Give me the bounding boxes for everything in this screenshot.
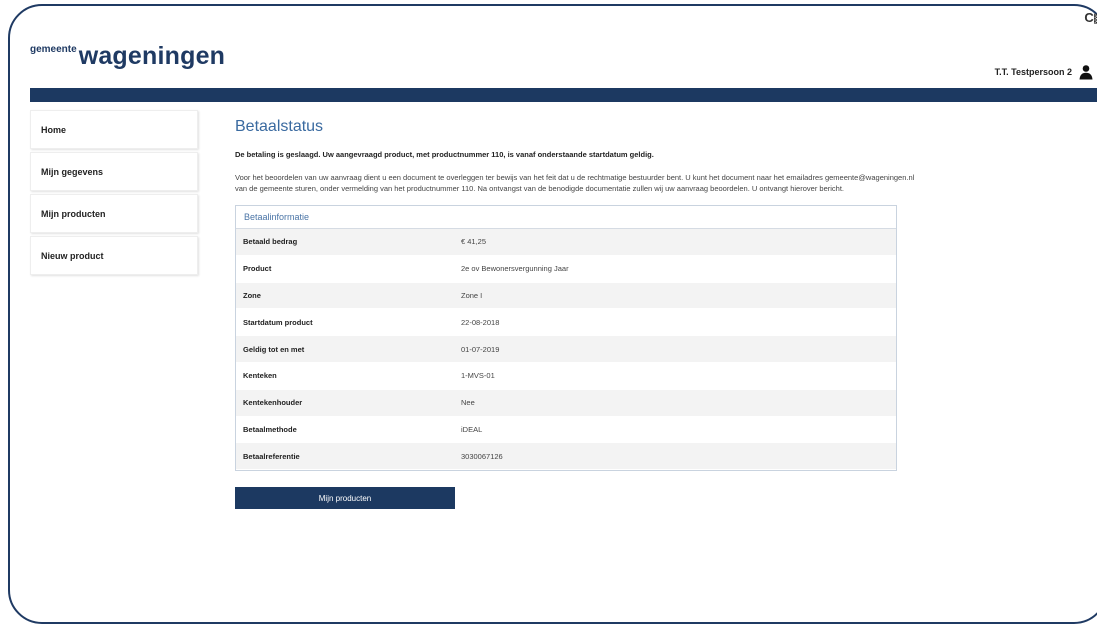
row-value: € 41,25 — [461, 237, 487, 247]
row-label: Kentekenhouder — [243, 398, 303, 408]
row-value: 01-07-2019 — [461, 344, 500, 354]
user-icon — [1079, 65, 1093, 80]
sidebar: Home Mijn gegevens Mijn producten Nieuw … — [30, 110, 198, 278]
sidebar-item-mijn-producten[interactable]: Mijn producten — [30, 194, 198, 233]
table-row: Startdatum product 22-08-2018 — [236, 309, 896, 337]
row-value: 22-08-2018 — [461, 317, 500, 327]
row-value: Nee — [461, 398, 475, 408]
table-row: Betaald bedrag € 41,25 — [236, 229, 896, 256]
main-content: Betaalstatus De betaling is geslaagd. Uw… — [235, 118, 925, 510]
row-label: Product — [243, 264, 272, 274]
info-text: Voor het beoordelen van uw aanvraag dien… — [235, 173, 915, 193]
logo[interactable]: gemeentewageningen — [30, 42, 225, 71]
sidebar-item-mijn-gegevens[interactable]: Mijn gegevens — [30, 152, 198, 191]
payment-info-rows: Betaald bedrag € 41,25 Product 2e ov Bewon… — [236, 229, 896, 471]
payment-info-panel: Betaalinformatie Betaald bedrag € 41,25 P… — [235, 205, 897, 472]
page-title: Betaalstatus — [235, 118, 324, 135]
table-row: Kenteken 1-MVS-01 — [236, 362, 896, 390]
success-message: De betaling is geslaagd. Uw aangevraagd … — [235, 150, 654, 159]
row-label: Betaalreferentie — [243, 451, 300, 461]
sidebar-item-label: Mijn gegevens — [41, 166, 104, 177]
logo-small-text: gemeente — [30, 44, 77, 55]
table-row: Zone Zone I — [236, 282, 896, 310]
sidebar-item-nieuw-product[interactable]: Nieuw product — [30, 236, 198, 275]
mijn-producten-button[interactable]: Mijn producten — [235, 487, 455, 510]
row-value: iDEAL — [461, 424, 483, 434]
sidebar-item-label: Mijn producten — [41, 208, 106, 219]
table-row: Product 2e ov Bewonersvergunning Jaar — [236, 255, 896, 283]
table-row: Geldig tot en met 01-07-2019 — [236, 336, 896, 363]
panel-title: Betaalinformatie — [236, 206, 896, 229]
row-label: Kenteken — [243, 371, 277, 381]
row-label: Startdatum product — [243, 317, 313, 327]
top-navigation-bar — [30, 88, 1097, 102]
logo-big-text: wageningen — [78, 42, 226, 70]
user-name: T.T. Testpersoon 2 — [994, 67, 1072, 77]
row-value: 1-MVS-01 — [461, 371, 495, 381]
row-value: 2e ov Bewonersvergunning Jaar — [461, 264, 569, 274]
row-label: Betaald bedrag — [243, 237, 298, 247]
app-frame: C▩ gemeentewageningen T.T. Testpersoon 2… — [8, 4, 1097, 624]
row-label: Zone — [243, 290, 261, 300]
row-value: 3030067126 — [461, 451, 503, 461]
corner-label: C — [1084, 10, 1093, 25]
table-row: Betaalreferentie 3030067126 — [236, 443, 896, 471]
corner-icon[interactable]: C▩ — [1084, 10, 1097, 26]
row-value: Zone I — [461, 290, 483, 300]
sidebar-item-home[interactable]: Home — [30, 110, 198, 149]
row-label: Geldig tot en met — [243, 344, 305, 354]
table-row: Kentekenhouder Nee — [236, 389, 896, 417]
row-label: Betaalmethode — [243, 424, 297, 434]
sidebar-item-label: Home — [41, 124, 67, 135]
sidebar-item-label: Nieuw product — [41, 250, 104, 261]
table-row: Betaalmethode iDEAL — [236, 416, 896, 444]
user-info[interactable]: T.T. Testpersoon 2 — [995, 64, 1094, 80]
